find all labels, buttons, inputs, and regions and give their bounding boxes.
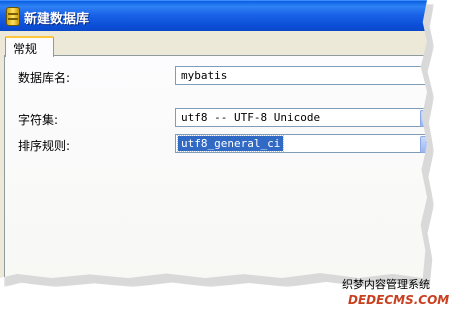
charset-select[interactable]: utf8 -- UTF-8 Unicode bbox=[175, 108, 427, 127]
watermark-url: DEDECMS.COM bbox=[348, 293, 450, 307]
db-name-value: mybatis bbox=[181, 69, 228, 82]
database-icon bbox=[6, 7, 20, 26]
db-name-input[interactable]: mybatis bbox=[175, 66, 427, 85]
general-panel: 数据库名: mybatis 字符集: utf8 -- UTF-8 Unicode… bbox=[4, 55, 427, 278]
collation-value: utf8_general_ci bbox=[176, 135, 285, 152]
collation-select[interactable]: utf8_general_ci bbox=[175, 134, 427, 153]
charset-label: 字符集: bbox=[18, 113, 59, 127]
charset-value: utf8 -- UTF-8 Unicode bbox=[181, 111, 321, 124]
watermark-text: 织梦内容管理系统 bbox=[342, 278, 430, 291]
db-name-label: 数据库名: bbox=[18, 71, 71, 85]
window-title: 新建数据库 bbox=[24, 12, 90, 27]
collation-label: 排序规则: bbox=[18, 139, 71, 153]
tab-strip: 常规 bbox=[0, 30, 427, 57]
tab-general[interactable]: 常规 bbox=[5, 36, 54, 57]
tab-general-label: 常规 bbox=[13, 42, 38, 56]
new-database-dialog: 新建数据库 常规 数据库名: mybatis 字符集: utf8 -- UTF-… bbox=[0, 0, 427, 278]
title-bar[interactable]: 新建数据库 bbox=[0, 0, 427, 31]
